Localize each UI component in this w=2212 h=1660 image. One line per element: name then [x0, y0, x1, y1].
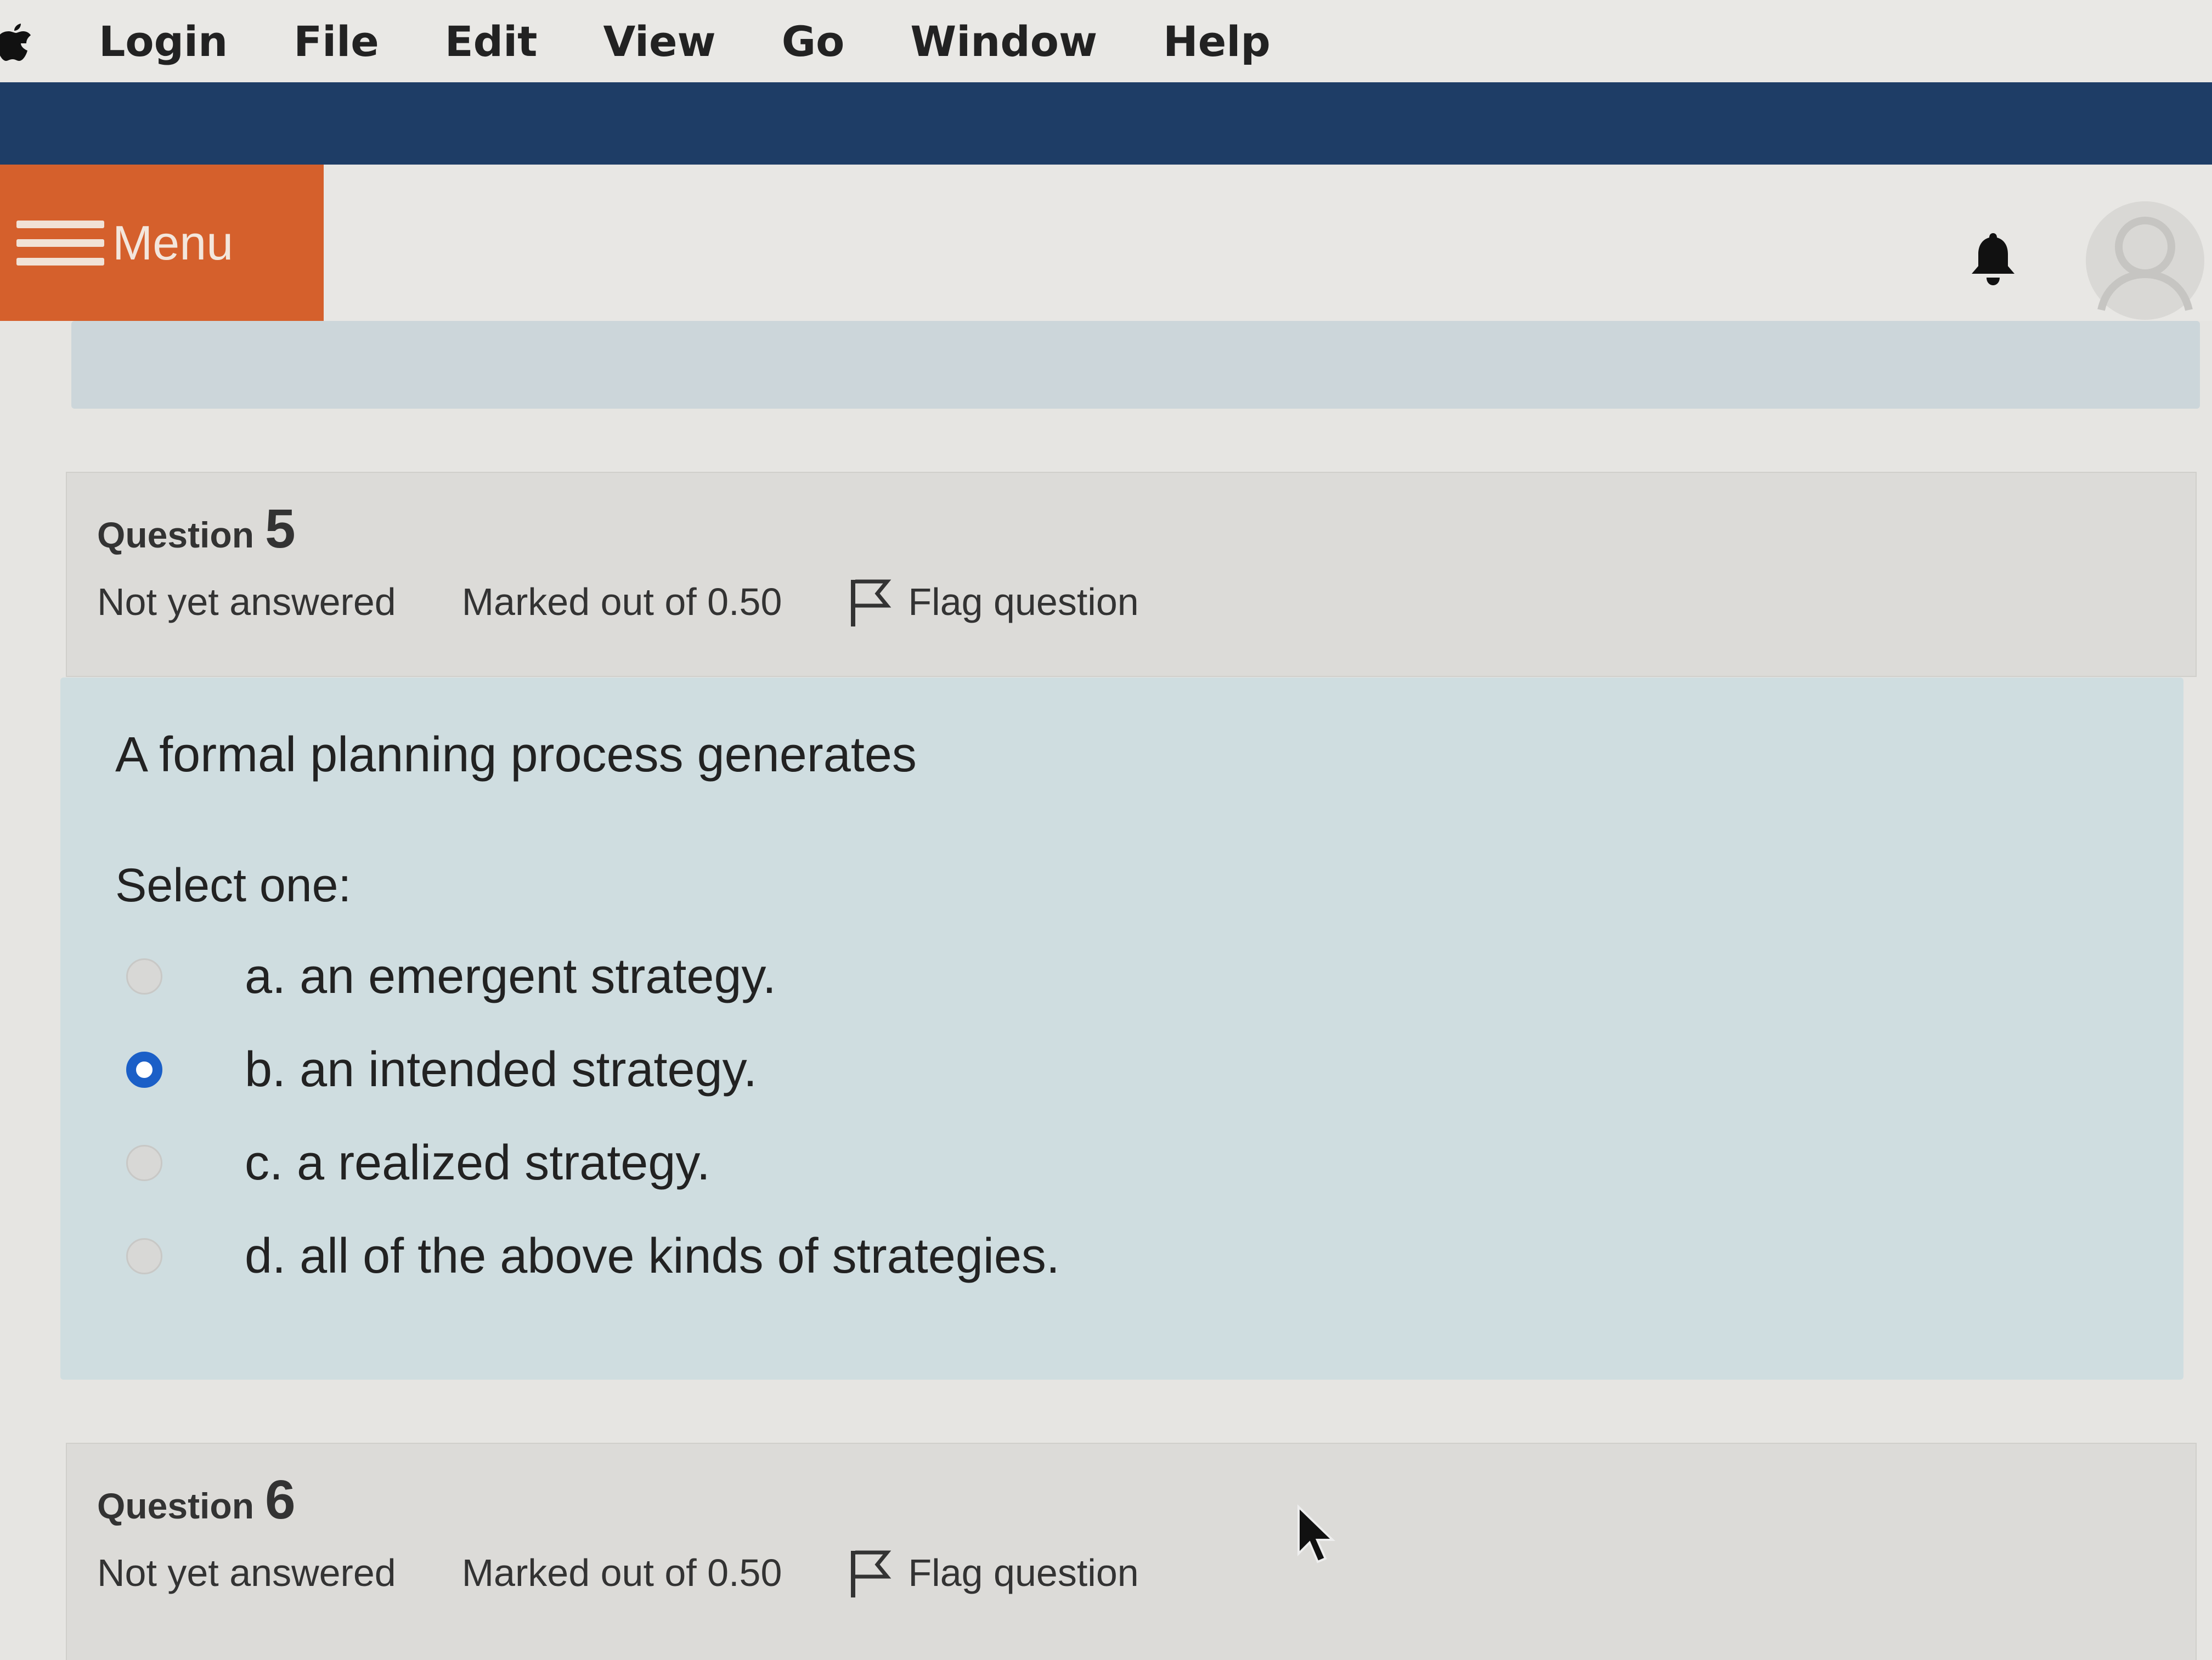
menubar-help[interactable]: Help [1163, 17, 1271, 66]
user-avatar-icon[interactable] [2085, 200, 2205, 321]
system-menubar: Login File Edit View Go Window Help [0, 0, 2212, 82]
flag-question-label: Flag question [908, 1551, 1139, 1594]
question-5-info: Question 5 Not yet answered Marked out of… [66, 472, 2197, 677]
question-label: Question [97, 515, 255, 555]
question-5-title: Question 5 [97, 498, 296, 561]
radio-d[interactable] [126, 1238, 162, 1274]
mouse-cursor-icon [1297, 1504, 1335, 1563]
site-navbar: Menu [0, 165, 2212, 321]
question-text: A formal planning process generates [115, 727, 917, 782]
option-a[interactable]: a. an emergent strategy. [126, 935, 776, 1018]
menubar-edit[interactable]: Edit [445, 17, 538, 66]
option-c[interactable]: c. a realized strategy. [126, 1122, 710, 1204]
flag-question-button[interactable]: Flag question [848, 1548, 1139, 1597]
menubar-view[interactable]: View [603, 17, 715, 66]
menubar-login[interactable]: Login [99, 17, 228, 66]
menu-label: Menu [112, 215, 234, 270]
option-d-label[interactable]: d. all of the above kinds of strategies. [245, 1228, 1060, 1285]
menubar-file[interactable]: File [294, 17, 379, 66]
question-5-meta: Not yet answered Marked out of 0.50 Flag… [97, 577, 1139, 626]
hamburger-icon [16, 210, 104, 276]
question-number: 5 [265, 498, 296, 560]
question-marks: Marked out of 0.50 [461, 580, 782, 623]
question-5-content: A formal planning process generates Sele… [60, 677, 2183, 1380]
question-marks: Marked out of 0.50 [461, 1551, 782, 1594]
question-6-info: Question 6 Not yet answered Marked out of… [66, 1443, 2197, 1660]
flag-icon [851, 1550, 891, 1597]
option-b-label[interactable]: b. an intended strategy. [245, 1042, 757, 1098]
menubar-go[interactable]: Go [782, 17, 845, 66]
question-6-meta: Not yet answered Marked out of 0.50 Flag… [97, 1548, 1139, 1597]
flag-question-label: Flag question [908, 580, 1139, 623]
top-banner [0, 82, 2212, 173]
question-6-title: Question 6 [97, 1469, 296, 1532]
question-label: Question [97, 1486, 255, 1526]
radio-b-selected[interactable] [126, 1052, 162, 1088]
flag-icon [851, 579, 891, 626]
option-b[interactable]: b. an intended strategy. [126, 1029, 757, 1111]
radio-a[interactable] [126, 958, 162, 995]
menu-button[interactable]: Menu [0, 165, 324, 321]
page-header-strip [71, 321, 2200, 409]
flag-question-button[interactable]: Flag question [848, 577, 1139, 626]
option-c-label[interactable]: c. a realized strategy. [245, 1135, 710, 1192]
radio-c[interactable] [126, 1145, 162, 1181]
menubar-window[interactable]: Window [910, 17, 1097, 66]
apple-logo-icon[interactable] [0, 19, 33, 63]
question-status: Not yet answered [97, 1551, 396, 1594]
option-d[interactable]: d. all of the above kinds of strategies. [126, 1215, 1060, 1297]
notification-bell-icon[interactable] [1968, 230, 2018, 291]
option-a-label[interactable]: a. an emergent strategy. [245, 948, 776, 1005]
question-number: 6 [265, 1469, 296, 1531]
select-prompt: Select one: [115, 859, 352, 912]
question-status: Not yet answered [97, 580, 396, 623]
